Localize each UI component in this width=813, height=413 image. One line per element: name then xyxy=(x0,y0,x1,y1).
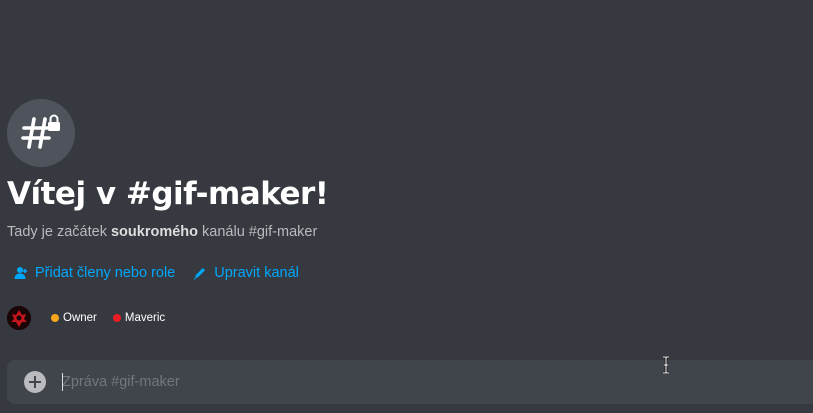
add-members-label: Přidat členy nebo role xyxy=(35,265,176,281)
channel-members-row: Owner Maveric xyxy=(7,306,181,330)
intro-text-end: kanálu #gif-maker xyxy=(198,224,318,240)
intro-text-start: Tady je začátek xyxy=(7,224,111,240)
mouse-ibeam-cursor-icon xyxy=(661,355,671,375)
channel-actions: Přidat členy nebo role Upravit kanál xyxy=(12,262,299,284)
channel-lock-icon xyxy=(7,99,75,167)
text-caret xyxy=(62,373,63,391)
member-status-dot xyxy=(112,314,121,322)
member-name: Owner xyxy=(63,312,97,324)
channel-intro-text: Tady je začátek soukromého kanálu #gif-m… xyxy=(7,222,317,242)
edit-channel-label: Upravit kanál xyxy=(214,265,299,281)
chat-view: Vítej v #gif-maker! Tady je začátek souk… xyxy=(0,0,813,413)
message-composer xyxy=(7,360,813,404)
member-owner[interactable]: Owner xyxy=(51,310,97,326)
plus-icon-vertical xyxy=(34,376,36,388)
pencil-icon xyxy=(191,265,208,282)
add-members-button[interactable]: Přidat členy nebo role xyxy=(12,263,175,283)
member-maveric[interactable]: Maveric xyxy=(112,310,166,326)
member-status-dot xyxy=(51,314,59,322)
intro-text-emphasis: soukromého xyxy=(110,224,198,240)
person-add-icon xyxy=(12,265,29,282)
edit-channel-button[interactable]: Upravit kanál xyxy=(191,263,299,283)
message-input[interactable] xyxy=(62,360,762,404)
attach-button[interactable] xyxy=(24,371,46,393)
member-name: Maveric xyxy=(124,312,166,324)
avatar[interactable] xyxy=(7,306,31,330)
welcome-title: Vítej v #gif-maker! xyxy=(7,176,329,212)
